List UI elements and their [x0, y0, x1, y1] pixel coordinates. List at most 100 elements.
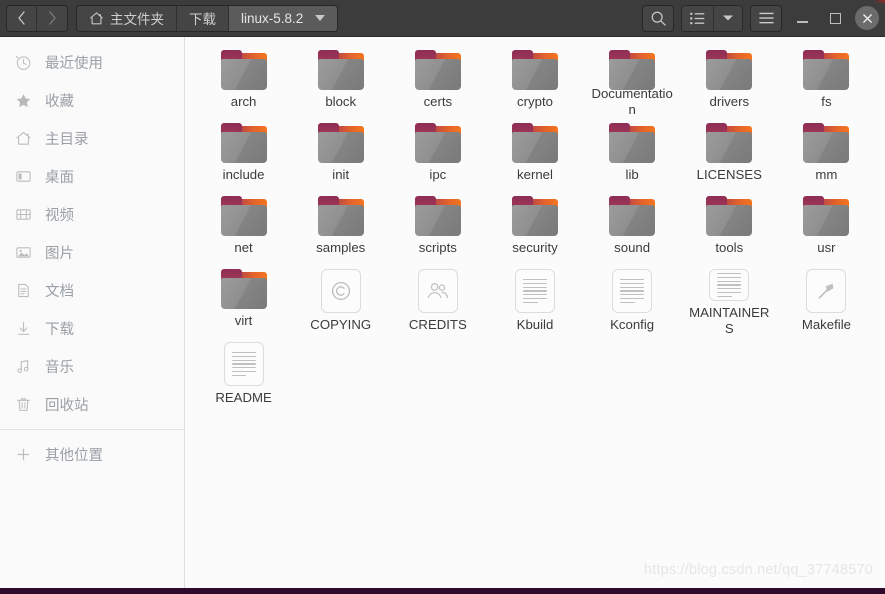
- desktop-icon: [14, 167, 32, 185]
- folder-icon: [414, 196, 461, 236]
- file-item[interactable]: COPYING: [292, 264, 389, 337]
- document-icon: [14, 281, 32, 299]
- file-label: CREDITS: [408, 317, 467, 332]
- file-label: drivers: [709, 94, 750, 109]
- file-label: init: [332, 167, 350, 182]
- file-item[interactable]: arch: [195, 45, 292, 118]
- file-grid-area[interactable]: arch block certs crypto Documentation dr…: [185, 37, 885, 588]
- sidebar-label-starred: 收藏: [45, 93, 74, 110]
- forward-button[interactable]: [37, 5, 67, 31]
- sidebar-separator: [0, 429, 184, 430]
- file-item[interactable]: certs: [389, 45, 486, 118]
- file-label: Documentation: [591, 86, 673, 117]
- folder-icon: [317, 123, 364, 163]
- sidebar-item-recent[interactable]: 最近使用: [0, 43, 184, 81]
- file-label: lib: [625, 167, 639, 182]
- header-right-group: [642, 4, 879, 32]
- file-item[interactable]: samples: [292, 191, 389, 264]
- file-item[interactable]: include: [195, 118, 292, 191]
- hamburger-menu-icon: [758, 12, 774, 24]
- breadcrumb: 主文件夹 下载 linux-5.8.2: [76, 4, 339, 32]
- music-icon: [14, 357, 32, 375]
- file-label: certs: [423, 94, 453, 109]
- breadcrumb-item-downloads[interactable]: 下载: [177, 5, 229, 31]
- search-button[interactable]: [642, 4, 674, 32]
- folder-icon: [220, 50, 267, 90]
- sidebar-label-trash: 回收站: [45, 397, 89, 414]
- file-label: COPYING: [310, 317, 372, 332]
- file-item[interactable]: Kbuild: [486, 264, 583, 337]
- file-label: usr: [817, 240, 836, 255]
- file-label: kernel: [517, 167, 553, 182]
- file-item[interactable]: scripts: [389, 191, 486, 264]
- sidebar-item-desktop[interactable]: 桌面: [0, 157, 184, 195]
- clock-icon: [14, 53, 32, 71]
- sidebar-item-documents[interactable]: 文档: [0, 271, 184, 309]
- minimize-button[interactable]: [789, 5, 815, 31]
- sidebar-item-home[interactable]: 主目录: [0, 119, 184, 157]
- file-item[interactable]: Documentation: [584, 45, 681, 118]
- breadcrumb-item-current[interactable]: linux-5.8.2: [229, 5, 338, 31]
- file-item[interactable]: virt: [195, 264, 292, 337]
- sidebar-item-music[interactable]: 音乐: [0, 347, 184, 385]
- back-button[interactable]: [7, 5, 37, 31]
- sidebar-label-recent: 最近使用: [45, 55, 103, 72]
- file-item[interactable]: sound: [584, 191, 681, 264]
- sidebar-item-other-locations[interactable]: 其他位置: [0, 435, 184, 473]
- sidebar-item-pictures[interactable]: 图片: [0, 233, 184, 271]
- sidebar-item-downloads[interactable]: 下载: [0, 309, 184, 347]
- breadcrumb-item-home[interactable]: 主文件夹: [77, 5, 177, 31]
- file-item[interactable]: CREDITS: [389, 264, 486, 337]
- view-options-dropdown[interactable]: [714, 5, 742, 31]
- file-item[interactable]: usr: [778, 191, 875, 264]
- view-mode-control: [681, 4, 743, 32]
- maximize-button[interactable]: [822, 5, 848, 31]
- file-item[interactable]: Kconfig: [584, 264, 681, 337]
- sidebar-item-videos[interactable]: 视频: [0, 195, 184, 233]
- file-label: Kconfig: [610, 317, 655, 332]
- file-item[interactable]: net: [195, 191, 292, 264]
- text-icon: [514, 269, 555, 313]
- file-item[interactable]: security: [486, 191, 583, 264]
- breadcrumb-label-downloads: 下载: [189, 12, 216, 27]
- file-item[interactable]: Makefile: [778, 264, 875, 337]
- folder-icon: [706, 123, 753, 163]
- file-item[interactable]: lib: [584, 118, 681, 191]
- file-item[interactable]: tools: [681, 191, 778, 264]
- file-item[interactable]: drivers: [681, 45, 778, 118]
- folder-icon: [220, 123, 267, 163]
- file-label: ipc: [429, 167, 447, 182]
- file-item[interactable]: crypto: [486, 45, 583, 118]
- search-icon: [651, 11, 666, 26]
- list-view-button[interactable]: [682, 5, 714, 31]
- close-button[interactable]: [855, 6, 879, 30]
- text-icon: [709, 269, 750, 301]
- sidebar-label-desktop: 桌面: [45, 169, 74, 186]
- folder-icon: [706, 50, 753, 90]
- sidebar-item-starred[interactable]: 收藏: [0, 81, 184, 119]
- file-item[interactable]: mm: [778, 118, 875, 191]
- file-item[interactable]: ipc: [389, 118, 486, 191]
- file-item[interactable]: init: [292, 118, 389, 191]
- file-item[interactable]: fs: [778, 45, 875, 118]
- folder-icon: [609, 50, 656, 90]
- file-item[interactable]: block: [292, 45, 389, 118]
- file-label: crypto: [517, 94, 553, 109]
- file-item[interactable]: README: [195, 337, 292, 410]
- file-item[interactable]: kernel: [486, 118, 583, 191]
- sidebar-label-home: 主目录: [45, 131, 89, 148]
- sidebar-item-trash[interactable]: 回收站: [0, 385, 184, 423]
- folder-icon: [220, 196, 267, 236]
- file-label: security: [512, 240, 558, 255]
- folder-icon: [317, 196, 364, 236]
- folder-icon: [803, 123, 850, 163]
- folder-icon: [803, 196, 850, 236]
- main-menu-button[interactable]: [750, 4, 782, 32]
- file-label: README: [215, 390, 272, 405]
- file-item[interactable]: MAINTAINERS: [681, 264, 778, 337]
- navigation-buttons: [6, 4, 68, 32]
- file-item[interactable]: LICENSES: [681, 118, 778, 191]
- chevron-left-icon: [18, 11, 25, 25]
- file-label: mm: [815, 167, 838, 182]
- star-icon: [14, 91, 32, 109]
